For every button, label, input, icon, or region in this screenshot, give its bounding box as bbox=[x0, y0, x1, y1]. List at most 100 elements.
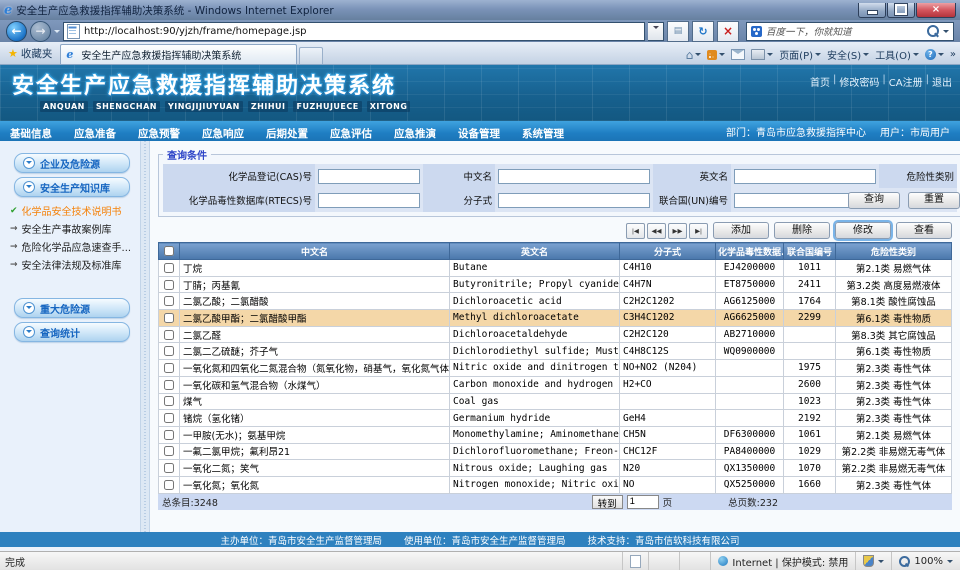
banner-link-2[interactable]: CA注册 bbox=[889, 74, 923, 89]
hazard-label: 危险性类别 bbox=[879, 164, 957, 188]
zoom-segment[interactable]: 100% bbox=[891, 552, 960, 570]
banner-link-1[interactable]: 修改密码 bbox=[839, 74, 879, 89]
pager-button-0[interactable]: |◀ bbox=[626, 223, 645, 239]
nav-item-3[interactable]: 应急响应 bbox=[202, 128, 244, 140]
nav-item-7[interactable]: 设备管理 bbox=[458, 128, 500, 140]
sidebar-group-1[interactable]: 安全生产知识库 bbox=[14, 177, 130, 197]
nav-item-8[interactable]: 系统管理 bbox=[522, 128, 564, 140]
favorites-button[interactable]: ★ 收藏夹 bbox=[4, 46, 60, 64]
sidebar-item-1-3[interactable]: →安全法律法规及标准库 bbox=[10, 257, 138, 272]
menu-safety[interactable]: 安全(S) bbox=[827, 47, 869, 62]
search-button[interactable]: 查询 bbox=[848, 192, 900, 209]
stop-button[interactable]: × bbox=[717, 21, 739, 42]
sidebar-group-2[interactable]: 重大危险源 bbox=[14, 298, 130, 318]
table-row[interactable]: 锗烷（氢化锗）Germanium hydrideGeH42192第2.3类 毒性… bbox=[159, 410, 952, 427]
nav-item-4[interactable]: 后期处置 bbox=[266, 128, 308, 140]
maximize-button[interactable] bbox=[887, 3, 915, 18]
refresh-button[interactable]: ↻ bbox=[692, 21, 714, 42]
forward-button[interactable]: → bbox=[30, 21, 51, 42]
delete-button[interactable]: 删除 bbox=[774, 222, 830, 239]
en-input[interactable] bbox=[734, 169, 876, 184]
row-checkbox[interactable] bbox=[164, 396, 174, 406]
compatibility-view-button[interactable]: ▤ bbox=[667, 21, 689, 42]
menu-page[interactable]: 页面(P) bbox=[779, 47, 821, 62]
minimize-button[interactable] bbox=[858, 3, 886, 18]
table-row[interactable]: 丁腈；丙基氰Butyronitrile; Propyl cyanideC4H7N… bbox=[159, 276, 952, 293]
more-commands-button[interactable]: » bbox=[950, 49, 956, 60]
row-checkbox[interactable] bbox=[164, 430, 174, 440]
row-checkbox[interactable] bbox=[164, 446, 174, 456]
pager-button-3[interactable]: ▶| bbox=[689, 223, 708, 239]
nav-item-2[interactable]: 应急预警 bbox=[138, 128, 180, 140]
address-field[interactable]: http://localhost:90/yjzh/frame/homepage.… bbox=[63, 22, 645, 41]
sidebar-item-1-2[interactable]: →危险化学品应急速查手... bbox=[10, 239, 138, 254]
feeds-button[interactable] bbox=[707, 50, 725, 60]
cn-input[interactable] bbox=[498, 169, 650, 184]
banner-link-0[interactable]: 首页 bbox=[810, 74, 830, 89]
rtecs-input[interactable] bbox=[318, 193, 420, 208]
tab-active[interactable]: e 安全生产应急救援指挥辅助决策系统 bbox=[60, 44, 297, 64]
modify-button[interactable]: 修改 bbox=[835, 222, 891, 239]
nav-item-0[interactable]: 基础信息 bbox=[10, 128, 52, 140]
table-row[interactable]: 一甲胺(无水)；氨基甲烷Monomethylamine; Aminomethan… bbox=[159, 426, 952, 443]
table-row[interactable]: 一氟二氯甲烷；氟利昂21Dichlorofluoromethane; Freon… bbox=[159, 443, 952, 460]
sidebar-item-1-0[interactable]: ✔化学品安全技术说明书 bbox=[10, 203, 138, 218]
home-button[interactable]: ⌂ bbox=[686, 48, 702, 62]
menu-tools[interactable]: 工具(O) bbox=[875, 47, 919, 62]
row-checkbox[interactable] bbox=[164, 380, 174, 390]
pager-button-2[interactable]: ▶▶ bbox=[668, 223, 687, 239]
cell-cn: 二氯乙酸甲酯；二氯醋酸甲酯 bbox=[180, 310, 450, 327]
table-row[interactable]: 一氧化碳和氢气混合物（水煤气）Carbon monoxide and hydro… bbox=[159, 376, 952, 393]
recent-pages-caret-icon[interactable] bbox=[54, 30, 60, 36]
table-row[interactable]: 煤气Coal gas1023第2.3类 毒性气体 bbox=[159, 393, 952, 410]
print-button[interactable] bbox=[751, 49, 773, 60]
page-number-input[interactable] bbox=[627, 495, 659, 509]
reset-button[interactable]: 重置 bbox=[908, 192, 960, 209]
table-row[interactable]: 二氯乙酸甲酯；二氯醋酸甲酯Methyl dichloroacetateC3H4C… bbox=[159, 310, 952, 327]
select-all-checkbox[interactable] bbox=[164, 246, 174, 256]
protected-mode-segment[interactable] bbox=[855, 552, 891, 570]
view-button[interactable]: 查看 bbox=[896, 222, 952, 239]
table-row[interactable]: 二氯二乙硫醚；芥子气Dichlorodiethyl sulfide; Musta… bbox=[159, 343, 952, 360]
search-options-caret-icon[interactable] bbox=[943, 30, 949, 36]
row-checkbox[interactable] bbox=[164, 263, 174, 273]
row-checkbox[interactable] bbox=[164, 480, 174, 490]
cas-input[interactable] bbox=[318, 169, 420, 184]
back-button[interactable]: ← bbox=[6, 21, 27, 42]
add-button[interactable]: 添加 bbox=[713, 222, 769, 239]
nav-item-1[interactable]: 应急准备 bbox=[74, 128, 116, 140]
close-button[interactable]: × bbox=[916, 3, 956, 18]
row-checkbox[interactable] bbox=[164, 463, 174, 473]
nav-item-5[interactable]: 应急评估 bbox=[330, 128, 372, 140]
new-tab-button[interactable] bbox=[299, 47, 323, 64]
row-checkbox[interactable] bbox=[164, 313, 174, 323]
row-checkbox[interactable] bbox=[164, 280, 174, 290]
sidebar-splitter[interactable] bbox=[140, 141, 150, 532]
sidebar-group-0[interactable]: 企业及危险源 bbox=[14, 153, 130, 173]
goto-button[interactable]: 转到 bbox=[592, 495, 623, 509]
table-row[interactable]: 一氧化二氮；笑气Nitrous oxide; Laughing gasN20QX… bbox=[159, 460, 952, 477]
row-checkbox[interactable] bbox=[164, 296, 174, 306]
table-row[interactable]: 一氧化氮；氧化氮Nitrogen monoxide; Nitric oxideN… bbox=[159, 476, 952, 493]
row-checkbox[interactable] bbox=[164, 330, 174, 340]
search-input[interactable]: 百度一下，你就知道 bbox=[766, 24, 923, 38]
address-url[interactable]: http://localhost:90/yjzh/frame/homepage.… bbox=[84, 26, 641, 37]
table-row[interactable]: 丁烷ButaneC4H10EJ42000001011第2.1类 易燃气体 bbox=[159, 260, 952, 277]
sidebar-item-1-1[interactable]: →安全生产事故案例库 bbox=[10, 221, 138, 236]
help-button[interactable]: ? bbox=[925, 49, 944, 60]
sidebar-group-3[interactable]: 查询统计 bbox=[14, 322, 130, 342]
row-checkbox[interactable] bbox=[164, 413, 174, 423]
table-row[interactable]: 二氯乙醛DichloroacetaldehydeC2H2C120AB271000… bbox=[159, 326, 952, 343]
row-checkbox[interactable] bbox=[164, 363, 174, 373]
nav-item-6[interactable]: 应急推演 bbox=[394, 128, 436, 140]
formula-input[interactable] bbox=[498, 193, 650, 208]
mail-button[interactable] bbox=[731, 49, 745, 60]
table-row[interactable]: 一氧化氮和四氧化二氮混合物（氮氧化物，硝基气，氧化氮气体）Nitric oxid… bbox=[159, 360, 952, 377]
address-history-button[interactable] bbox=[648, 22, 664, 41]
pager-button-1[interactable]: ◀◀ bbox=[647, 223, 666, 239]
search-box[interactable]: 百度一下，你就知道 bbox=[746, 22, 954, 41]
search-icon[interactable] bbox=[927, 25, 939, 37]
banner-link-3[interactable]: 退出 bbox=[932, 74, 952, 89]
table-row[interactable]: 二氯乙酸；二氯醋酸Dichloroacetic acidC2H2C1202AG6… bbox=[159, 293, 952, 310]
row-checkbox[interactable] bbox=[164, 346, 174, 356]
